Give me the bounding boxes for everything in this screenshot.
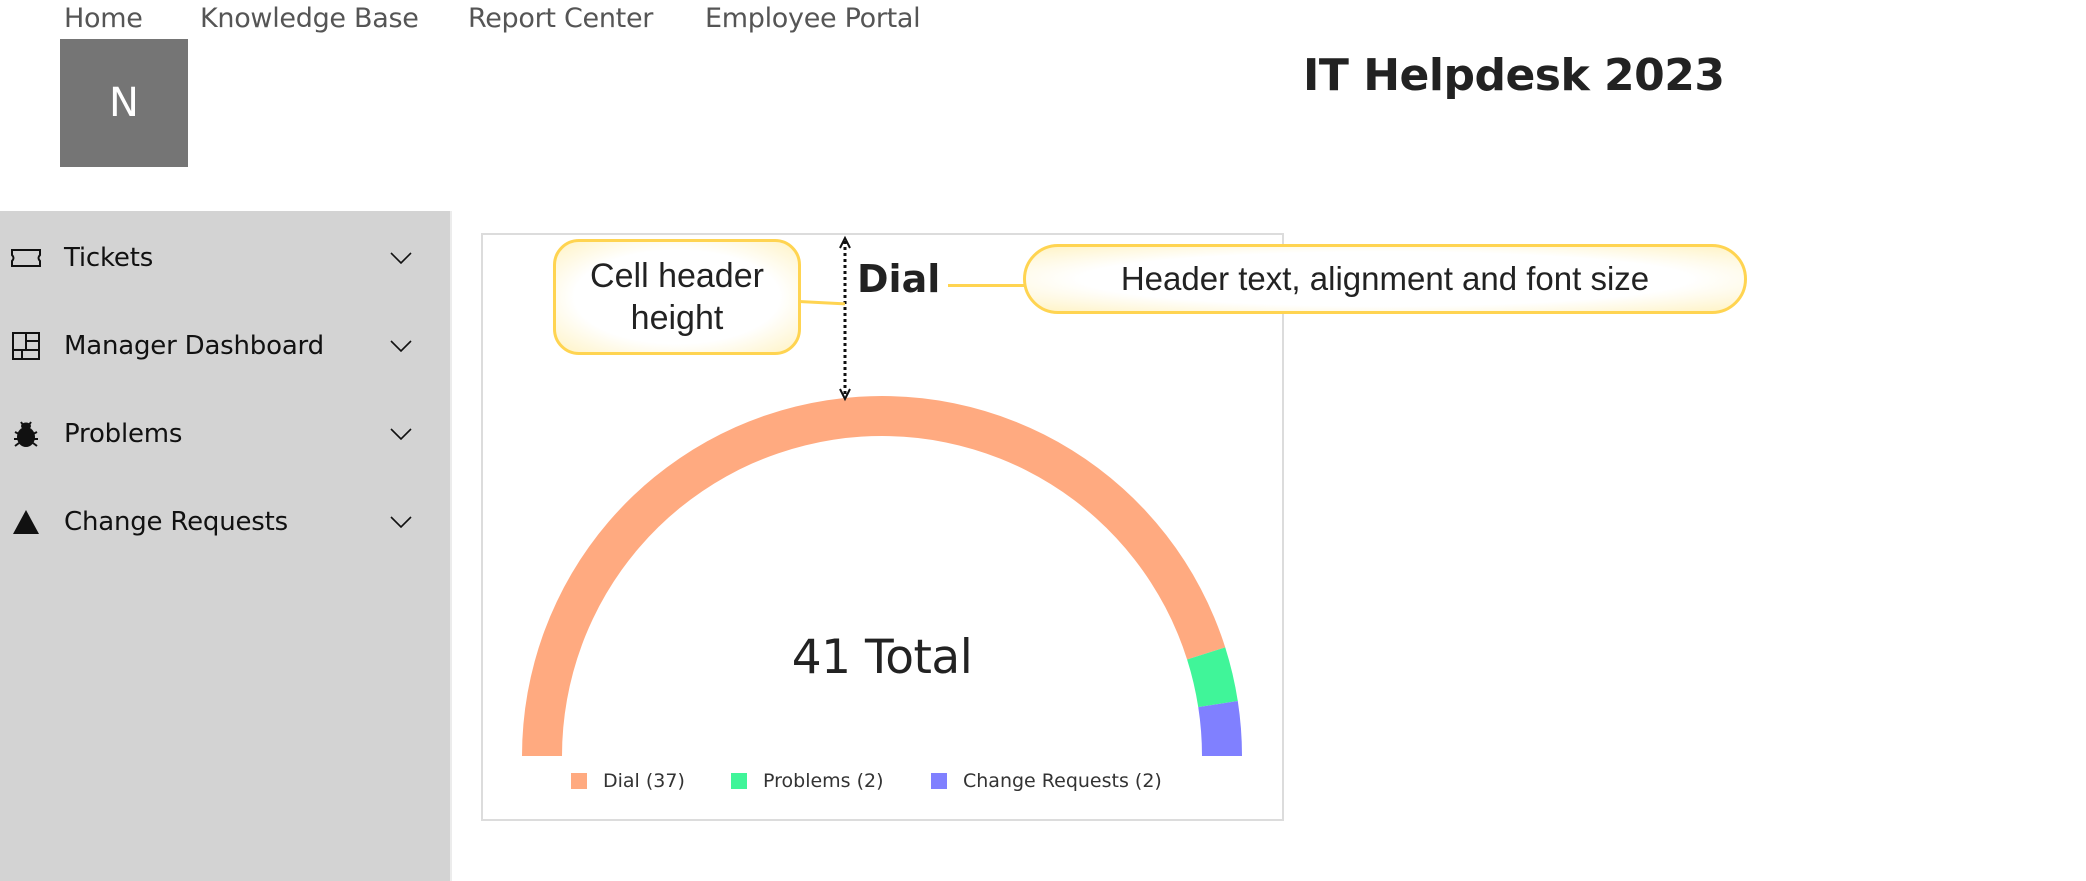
gauge-segment-dial[interactable] — [522, 396, 1226, 756]
legend-swatch — [571, 773, 587, 789]
callout-text: Header text, alignment and font size — [1120, 260, 1650, 297]
legend-label: Dial (37) — [603, 770, 685, 792]
legend-item-change-requests[interactable]: Change Requests (2) — [931, 770, 1162, 792]
legend-swatch — [931, 773, 947, 789]
legend-swatch — [731, 773, 747, 789]
gauge-segment-change-requests[interactable] — [1198, 701, 1242, 756]
callout-text: Cell header height — [590, 257, 764, 337]
legend-item-problems[interactable]: Problems (2) — [731, 770, 884, 792]
header-height-arrow — [839, 235, 851, 402]
legend-item-dial[interactable]: Dial (37) — [571, 770, 685, 792]
dial-chart — [522, 235, 1242, 756]
callout-cell-header-height: Cell header height — [553, 239, 801, 355]
legend-label: Problems (2) — [763, 770, 884, 792]
legend-label: Change Requests (2) — [963, 770, 1162, 792]
total-label: 41 Total — [791, 630, 973, 685]
card-header: Dial — [857, 257, 941, 301]
callout-pointer — [948, 284, 1025, 287]
callout-header-text: Header text, alignment and font size — [1023, 244, 1747, 314]
gauge-arcs — [522, 396, 1242, 756]
